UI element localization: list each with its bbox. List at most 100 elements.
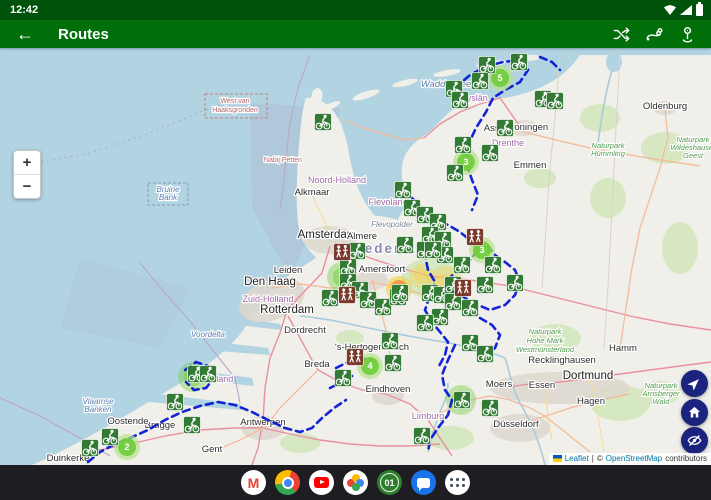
copyright-symbol: © xyxy=(596,454,603,463)
ukraine-flag-icon xyxy=(552,455,562,462)
hiking-route-marker[interactable] xyxy=(346,348,364,366)
cycling-route-marker[interactable] xyxy=(451,91,469,109)
map-label: Amersfoort xyxy=(359,264,406,275)
svg-text:3: 3 xyxy=(479,245,484,255)
cycling-route-marker[interactable] xyxy=(431,308,449,326)
youtube-app-icon[interactable] xyxy=(309,470,334,495)
map-label: Oldenburg xyxy=(643,101,687,112)
map-label: Wald xyxy=(653,397,671,406)
cycling-route-marker[interactable] xyxy=(476,276,494,294)
map-label: Emmen xyxy=(514,160,547,171)
status-bar: 12:42 xyxy=(0,0,711,20)
cycling-route-marker[interactable] xyxy=(374,298,392,316)
map-label: Noord-Holland xyxy=(308,175,366,185)
hiking-route-marker[interactable] xyxy=(466,228,484,246)
cycling-route-marker[interactable] xyxy=(496,119,514,137)
zoom-in-button[interactable]: + xyxy=(14,151,40,175)
chrome-app-icon[interactable] xyxy=(275,470,300,495)
map-label: Essen xyxy=(529,380,555,391)
messages-app-icon[interactable] xyxy=(411,470,436,495)
android-screen: 12:42 ← Routes Amsterdam Den Haag Rotter… xyxy=(0,0,711,500)
cycling-route-marker[interactable] xyxy=(481,144,499,162)
cycling-route-marker[interactable] xyxy=(81,439,99,457)
draw-route-icon[interactable] xyxy=(645,25,664,44)
cycling-route-marker[interactable] xyxy=(446,164,464,182)
cycling-route-marker[interactable] xyxy=(478,56,496,74)
battery-icon xyxy=(696,2,703,16)
cycling-route-marker[interactable] xyxy=(391,284,409,302)
hiking-route-marker[interactable] xyxy=(338,286,356,304)
map-canvas[interactable]: Amsterdam Den Haag Rotterdam Dortmund Almere… xyxy=(0,48,711,465)
drop-pin-icon[interactable] xyxy=(678,25,697,44)
cycling-route-marker[interactable] xyxy=(454,136,472,154)
cycling-route-marker[interactable] xyxy=(314,113,332,131)
cycling-route-marker[interactable] xyxy=(183,416,201,434)
cycling-route-marker[interactable] xyxy=(413,427,431,445)
cycling-route-marker[interactable] xyxy=(381,332,399,350)
svg-text:5: 5 xyxy=(497,73,502,83)
cycling-route-marker[interactable] xyxy=(453,256,471,274)
map-label: Hagen xyxy=(577,396,605,407)
tracks-app-icon[interactable]: 01 xyxy=(377,470,402,495)
shuffle-routes-icon[interactable] xyxy=(612,25,631,44)
cycling-route-marker[interactable] xyxy=(461,299,479,317)
map-label: West van xyxy=(220,98,249,105)
map-label: Rotterdam xyxy=(260,304,314,316)
leaflet-link[interactable]: Leaflet xyxy=(565,454,589,463)
map-label: Nabij Petten xyxy=(264,157,302,164)
cycling-route-marker[interactable] xyxy=(339,258,357,276)
map-zoom-control: + − xyxy=(13,150,41,199)
hide-layers-fab[interactable] xyxy=(681,427,708,454)
cycling-route-marker[interactable] xyxy=(348,242,366,260)
attribution-separator: | xyxy=(591,454,594,463)
map-label: Oostende xyxy=(107,416,148,427)
home-fab[interactable] xyxy=(681,399,708,426)
map-label: Dordrecht xyxy=(284,325,326,336)
cycling-route-marker[interactable] xyxy=(199,365,217,383)
map-label: Naturpark xyxy=(529,327,563,336)
cycling-route-marker[interactable] xyxy=(334,369,352,387)
navigate-fab[interactable] xyxy=(681,370,708,397)
cycling-route-marker[interactable] xyxy=(359,291,377,309)
cycling-route-marker[interactable] xyxy=(510,53,528,71)
status-icons xyxy=(664,2,703,16)
contributors-text: contributors xyxy=(665,454,707,463)
cycling-route-marker[interactable] xyxy=(461,334,479,352)
hiking-route-marker[interactable] xyxy=(333,243,351,261)
gmail-app-icon[interactable]: M xyxy=(241,470,266,495)
map-label: Hamm xyxy=(609,343,637,354)
map-label: Düsseldorf xyxy=(493,419,539,430)
back-button[interactable]: ← xyxy=(16,25,34,43)
map-label: Hümmling xyxy=(591,149,626,158)
cycling-route-marker[interactable] xyxy=(546,92,564,110)
map-label: Leiden xyxy=(274,265,303,276)
wifi-icon xyxy=(664,5,676,15)
cycling-route-marker[interactable] xyxy=(384,354,402,372)
cycling-route-marker[interactable] xyxy=(471,72,489,90)
taskbar: M 01 xyxy=(0,465,711,500)
navigation-arrow-icon xyxy=(687,379,699,391)
cycling-route-marker[interactable] xyxy=(101,428,119,446)
photos-app-icon[interactable] xyxy=(343,470,368,495)
cycling-route-marker[interactable] xyxy=(166,393,184,411)
cycling-route-marker[interactable] xyxy=(453,391,471,409)
map-label: Westmünsterland xyxy=(516,345,575,354)
osm-link[interactable]: OpenStreetMap xyxy=(606,454,662,463)
app-bar: ← Routes xyxy=(0,20,711,48)
cluster-halo-core xyxy=(413,268,429,284)
hiking-route-marker[interactable] xyxy=(454,279,472,297)
cycling-route-marker[interactable] xyxy=(506,274,524,292)
cycling-route-marker[interactable] xyxy=(416,314,434,332)
app-drawer-icon[interactable] xyxy=(445,470,470,495)
cycling-route-marker[interactable] xyxy=(484,256,502,274)
svg-text:4: 4 xyxy=(367,361,372,371)
cycling-route-marker[interactable] xyxy=(476,345,494,363)
cycling-route-marker[interactable] xyxy=(396,236,414,254)
map-label: Flevopolder xyxy=(371,220,413,229)
cycling-route-marker[interactable] xyxy=(481,399,499,417)
cycling-route-marker[interactable] xyxy=(424,241,442,259)
zoom-out-button[interactable]: − xyxy=(14,175,40,198)
cycling-route-marker[interactable] xyxy=(394,181,412,199)
cycling-route-marker[interactable] xyxy=(321,289,339,307)
map-label: Voordelta xyxy=(191,330,226,339)
